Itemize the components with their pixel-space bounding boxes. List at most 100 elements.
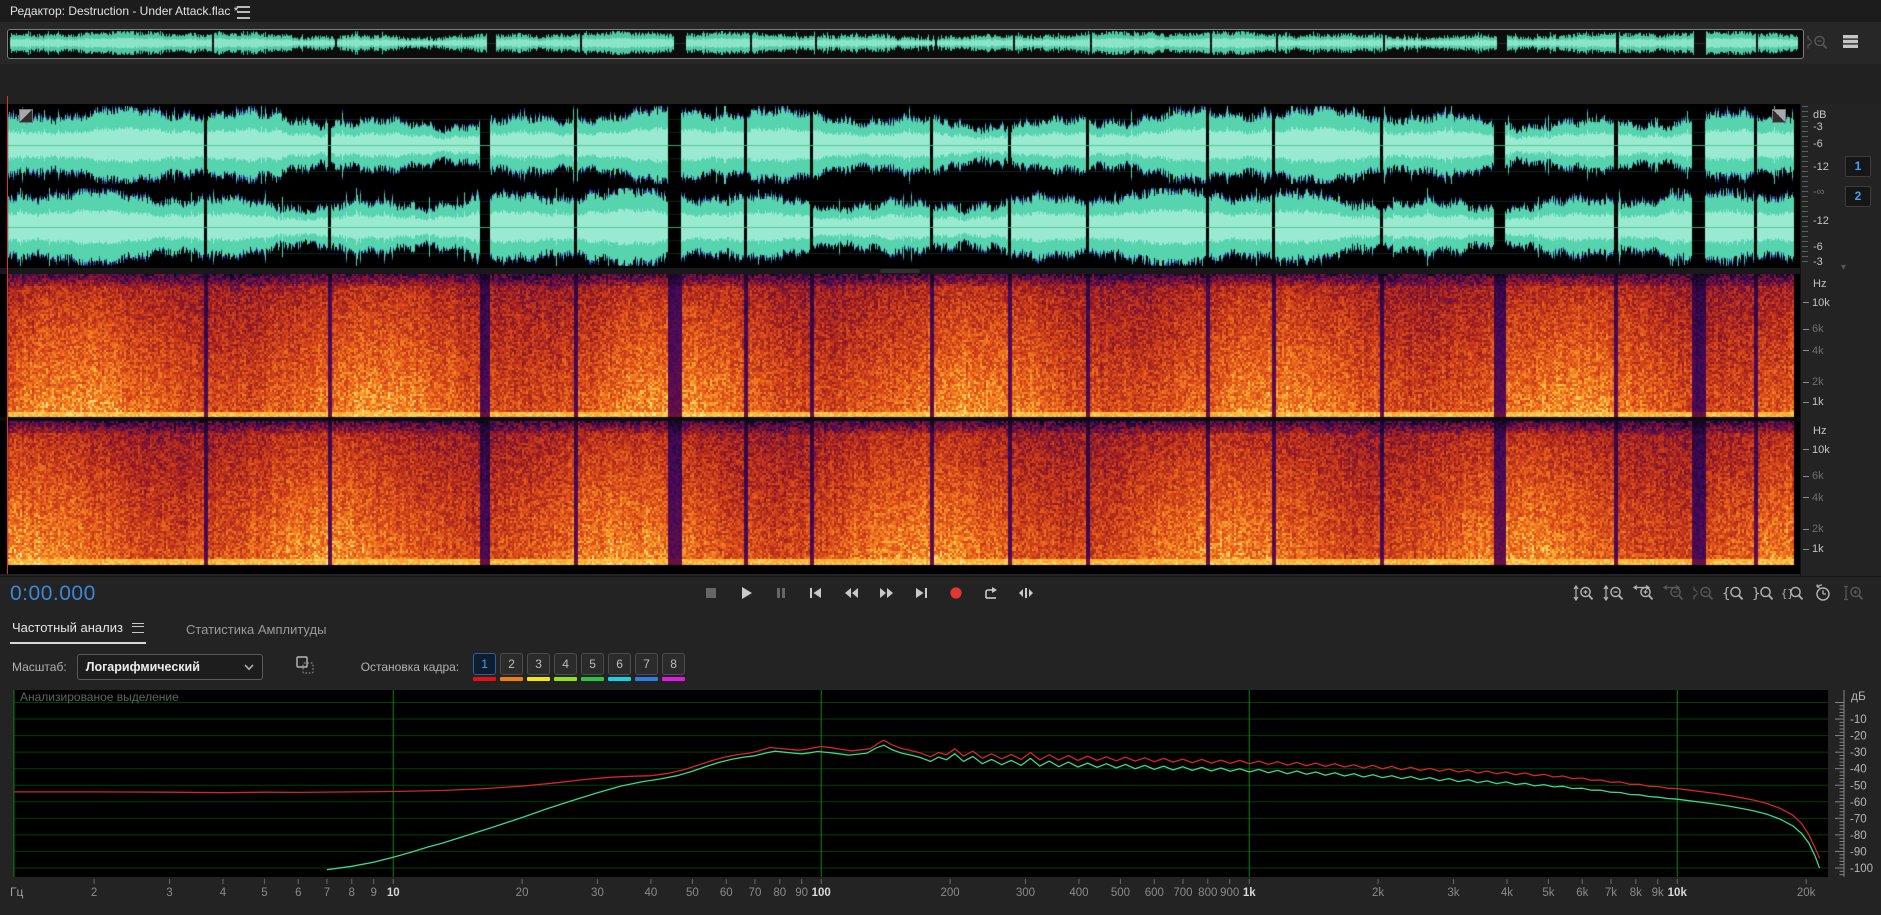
graph-annotation: Анализированое выделение bbox=[20, 690, 179, 704]
overview-waveform bbox=[8, 30, 1801, 56]
zoom-out-horizontal-button[interactable] bbox=[1662, 584, 1685, 602]
zoom-in-vertical-button[interactable] bbox=[1572, 584, 1595, 602]
chevron-down-icon bbox=[244, 663, 254, 670]
frame-hold-color-bar bbox=[662, 677, 686, 681]
zoom-to-selection-icon: {} bbox=[1782, 586, 1804, 601]
freq-tick-label: 6 bbox=[295, 887, 301, 899]
svg-text:{: { bbox=[1722, 586, 1730, 602]
frame-hold-label: Остановка кадра: bbox=[360, 660, 460, 674]
record-icon bbox=[950, 587, 962, 599]
restore-zoom-time-icon bbox=[1816, 584, 1830, 601]
zoom-to-out-point-icon: } bbox=[1752, 586, 1774, 602]
freq-tick-label: 200 bbox=[940, 887, 959, 899]
frame-hold-button-4[interactable]: 4 bbox=[554, 653, 578, 675]
reset-zoom-button[interactable] bbox=[1692, 584, 1715, 602]
zoom-full-button[interactable] bbox=[1842, 584, 1865, 602]
frame-hold-button-5[interactable]: 5 bbox=[581, 653, 605, 675]
freq-tick-label: 900 bbox=[1220, 887, 1239, 899]
freq-tick-label: 9k bbox=[1652, 887, 1664, 899]
frame-hold-color-bar bbox=[554, 677, 578, 681]
fast-forward-button[interactable] bbox=[875, 584, 897, 602]
frame-hold-button-6[interactable]: 6 bbox=[608, 653, 632, 675]
db-scale-label: -3 bbox=[1813, 121, 1823, 134]
skip-to-end-button[interactable] bbox=[910, 584, 932, 602]
waveform-display[interactable] bbox=[0, 104, 1800, 268]
loop-playback-button[interactable] bbox=[980, 584, 1002, 602]
rewind-button[interactable] bbox=[840, 584, 862, 602]
zoom-to-selection-button[interactable]: {} bbox=[1782, 584, 1805, 602]
frame-hold-8: 8 bbox=[662, 653, 686, 681]
freq-tick-label: 3 bbox=[166, 887, 172, 899]
frame-hold-7: 7 bbox=[635, 653, 659, 681]
editor-area: dB -3 -6 -12 -∞ -12 -6 -3 1 2 Hz 10k 6k 4k 2k 1k Hz 10k 6k… bbox=[0, 96, 1881, 576]
db-tick-label: -20 bbox=[1850, 731, 1867, 743]
snapshot-icon[interactable] bbox=[295, 655, 315, 680]
zoom-in-horizontal-button[interactable] bbox=[1632, 584, 1655, 602]
frame-hold-button-2[interactable]: 2 bbox=[500, 653, 524, 675]
freq-tick-label: 30 bbox=[591, 887, 604, 899]
db-tick-label: -60 bbox=[1850, 797, 1867, 809]
corner-handle-icon[interactable] bbox=[1772, 109, 1786, 123]
scale-label: Масштаб: bbox=[12, 660, 67, 674]
frame-hold-color-bar bbox=[581, 677, 605, 681]
record-button[interactable] bbox=[945, 584, 967, 602]
zoom-out-vertical-button[interactable] bbox=[1602, 584, 1625, 602]
freq-tick-label: 80 bbox=[773, 887, 786, 899]
fast-forward-icon bbox=[880, 588, 893, 598]
tab-amplitude-statistics[interactable]: Статистика Амплитуды bbox=[184, 618, 328, 644]
frame-hold-button-3[interactable]: 3 bbox=[527, 653, 551, 675]
channel-2-button[interactable]: 2 bbox=[1845, 186, 1871, 207]
navigator-zoom-reset-icon[interactable] bbox=[1806, 33, 1829, 56]
channel-1-button[interactable]: 1 bbox=[1845, 156, 1871, 177]
hz-scale-label: 4k bbox=[1803, 345, 1824, 357]
skip-to-start-button[interactable] bbox=[805, 584, 827, 602]
freq-tick-label: 2 bbox=[91, 887, 97, 899]
freq-tick-label: 800 bbox=[1198, 887, 1217, 899]
stop-button[interactable] bbox=[700, 584, 722, 602]
overview-navigator[interactable] bbox=[7, 29, 1804, 59]
timecode-display[interactable]: 0:00.000 bbox=[10, 582, 96, 606]
frame-hold-5: 5 bbox=[581, 653, 605, 681]
graph-y-unit: дБ bbox=[1851, 689, 1866, 703]
frame-hold-button-8[interactable]: 8 bbox=[662, 653, 686, 675]
zoom-to-out-point-button[interactable]: } bbox=[1752, 584, 1775, 602]
frame-hold-1: 1 bbox=[473, 653, 497, 681]
db-tick-label: -100 bbox=[1850, 863, 1873, 875]
freq-tick-label: 10 bbox=[387, 887, 400, 899]
db-scale-ticks bbox=[1802, 106, 1808, 266]
corner-handle-icon[interactable] bbox=[19, 109, 33, 123]
hz-scale-label: 4k bbox=[1803, 492, 1824, 504]
play-icon bbox=[742, 587, 752, 599]
skip-selection-button[interactable] bbox=[1015, 584, 1037, 602]
freq-tick-label: 700 bbox=[1173, 887, 1192, 899]
hz-scale-unit: Hz bbox=[1813, 425, 1827, 437]
frame-hold-color-bar bbox=[635, 677, 659, 681]
spectrogram-display[interactable] bbox=[0, 274, 1800, 574]
frame-hold-button-1[interactable]: 1 bbox=[473, 653, 497, 675]
frequency-graph-svg: Анализированое выделение дБ -10 -20 -30 -40 -5… bbox=[10, 689, 1873, 899]
tab-frequency-analysis[interactable]: Частотный анализ bbox=[10, 616, 146, 644]
splitter-handle[interactable] bbox=[880, 269, 920, 273]
db-tick-label: -70 bbox=[1850, 813, 1867, 825]
zoom-to-in-point-button[interactable]: { bbox=[1722, 584, 1745, 602]
navigator-options-icon[interactable] bbox=[1842, 34, 1860, 54]
scale-dropdown[interactable]: Логарифмический bbox=[76, 654, 263, 680]
play-button[interactable] bbox=[735, 584, 757, 602]
restore-zoom-time-button[interactable] bbox=[1812, 584, 1835, 602]
transport-buttons bbox=[700, 584, 1037, 602]
frame-hold-button-7[interactable]: 7 bbox=[635, 653, 659, 675]
tab-menu-icon[interactable] bbox=[131, 622, 144, 633]
freq-tick-label: 6k bbox=[1576, 887, 1588, 899]
pause-button[interactable] bbox=[770, 584, 792, 602]
playhead[interactable] bbox=[7, 96, 8, 574]
hz-scale-label: 1k bbox=[1803, 396, 1824, 408]
freq-tick-label: 9 bbox=[370, 887, 376, 899]
overview-row bbox=[0, 22, 1881, 64]
freq-tick-label: 40 bbox=[645, 887, 658, 899]
hamburger-icon bbox=[237, 6, 250, 19]
analysis-panel: Частотный анализ Статистика Амплитуды Ма… bbox=[0, 610, 1881, 915]
loop-playback-icon bbox=[985, 587, 997, 599]
stop-icon bbox=[706, 588, 716, 598]
frame-hold-6: 6 bbox=[608, 653, 632, 681]
zoom-toolbar: {} {} bbox=[1572, 584, 1865, 602]
